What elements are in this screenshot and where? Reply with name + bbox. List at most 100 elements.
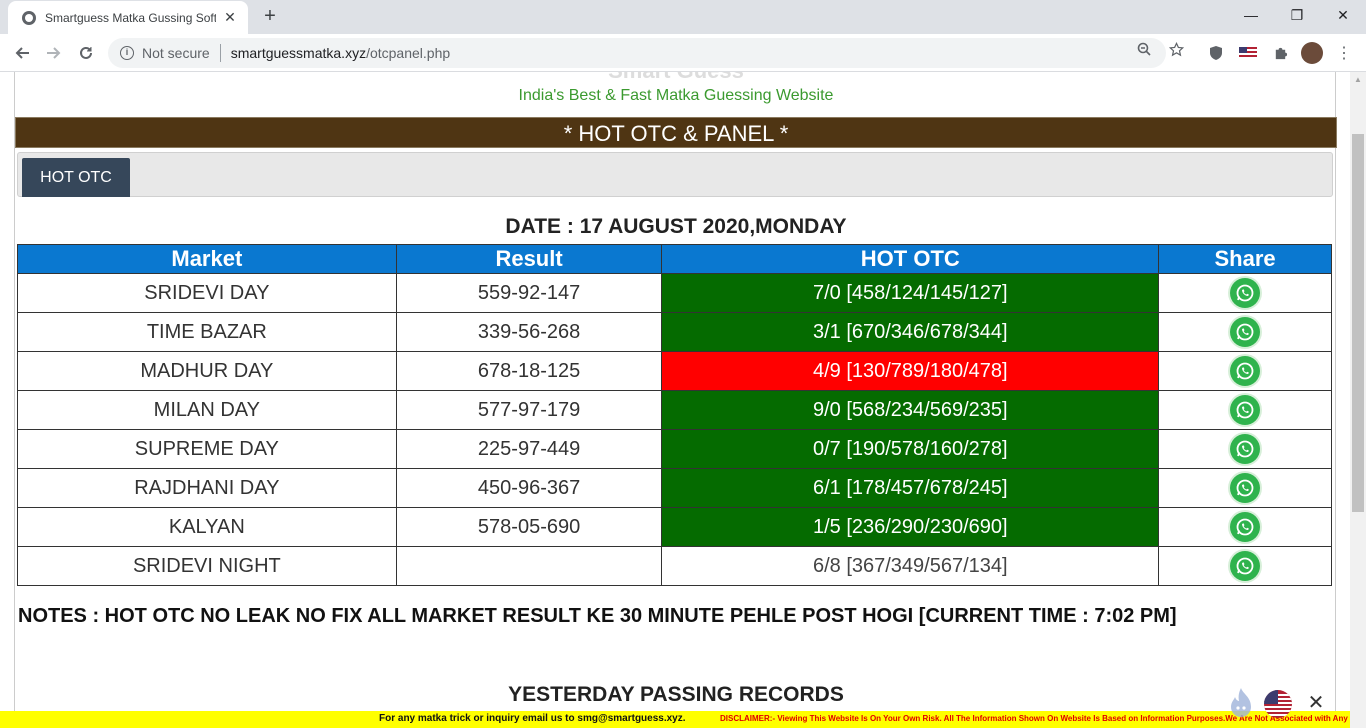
hot-otc-cell: 6/8 [367/349/567/134] — [661, 546, 1160, 586]
share-cell — [1158, 429, 1332, 469]
whatsapp-share-icon[interactable] — [1230, 356, 1261, 386]
browser-toolbar: i Not secure smartguessmatka.xyz/otcpane… — [0, 34, 1366, 72]
result-cell: 578-05-690 — [395, 507, 663, 547]
globe-icon — [22, 10, 36, 25]
share-cell — [1158, 546, 1332, 586]
result-cell: 678-18-125 — [395, 351, 663, 391]
address-bar[interactable]: i Not secure smartguessmatka.xyz/otcpane… — [108, 38, 1166, 68]
share-cell — [1158, 507, 1332, 547]
shield-extension-icon[interactable] — [1206, 44, 1226, 62]
market-cell: MILAN DAY — [17, 390, 397, 430]
tab-title: Smartguess Matka Gussing Softw — [45, 10, 216, 25]
scroll-up-arrow-icon[interactable]: ▲ — [1350, 72, 1366, 88]
page-scrollbar[interactable]: ▲ — [1350, 72, 1366, 728]
hot-otc-cell: 0/7 [190/578/160/278] — [661, 429, 1160, 469]
whatsapp-share-icon[interactable] — [1230, 278, 1261, 308]
table-row: SUPREME DAY 225-97-449 0/7 [190/578/160/27… — [17, 429, 1332, 469]
whatsapp-share-icon[interactable] — [1230, 473, 1261, 503]
market-cell: SRIDEVI DAY — [17, 273, 397, 313]
market-cell: SUPREME DAY — [17, 429, 397, 469]
date-heading: DATE : 17 AUGUST 2020,MONDAY — [505, 215, 847, 238]
table-row: KALYAN 578-05-690 1/5 [236/290/230/690] — [17, 507, 1332, 547]
share-cell — [1158, 390, 1332, 430]
whatsapp-share-icon[interactable] — [1230, 512, 1261, 542]
share-cell — [1158, 351, 1332, 391]
profile-avatar-icon[interactable] — [1301, 42, 1323, 64]
header-hot-otc: HOT OTC — [661, 244, 1160, 274]
result-cell: 450-96-367 — [395, 468, 663, 508]
market-cell: RAJDHANI DAY — [17, 468, 397, 508]
table-row: SRIDEVI DAY 559-92-147 7/0 [458/124/145/12… — [17, 273, 1332, 313]
whatsapp-share-icon[interactable] — [1230, 434, 1261, 464]
menu-kebab-icon[interactable]: ⋮ — [1334, 44, 1354, 62]
share-cell — [1158, 468, 1332, 508]
zoom-icon[interactable] — [1136, 41, 1152, 57]
result-cell: 339-56-268 — [395, 312, 663, 352]
info-icon[interactable]: i — [120, 46, 134, 60]
header-result: Result — [395, 244, 663, 274]
notes-text: NOTES : HOT OTC NO LEAK NO FIX ALL MARKE… — [18, 605, 1177, 627]
hot-otc-cell: 9/0 [568/234/569/235] — [661, 390, 1160, 430]
whatsapp-share-icon[interactable] — [1230, 551, 1261, 581]
us-flag-icon[interactable] — [1264, 690, 1292, 718]
table-row: MADHUR DAY 678-18-125 4/9 [130/789/180/478… — [17, 351, 1332, 391]
reload-icon — [80, 46, 92, 59]
market-cell: MADHUR DAY — [17, 351, 397, 391]
scroll-thumb[interactable] — [1352, 134, 1364, 512]
result-cell: 577-97-179 — [395, 390, 663, 430]
hot-otc-cell: 3/1 [670/346/678/344] — [661, 312, 1160, 352]
hot-otc-cell: 7/0 [458/124/145/127] — [661, 273, 1160, 313]
section-header: * HOT OTC & PANEL * — [15, 117, 1337, 148]
security-label: Not secure — [142, 45, 210, 61]
site-logo: Smart Guess — [15, 72, 1337, 84]
result-cell: 559-92-147 — [395, 273, 663, 313]
window-close-button[interactable]: ✕ — [1320, 0, 1366, 30]
market-cell: TIME BAZAR — [17, 312, 397, 352]
result-cell: 225-97-449 — [395, 429, 663, 469]
browser-tabstrip: Smartguess Matka Gussing Softw ✕ + — ❐ ✕ — [0, 0, 1366, 34]
hot-otc-cell: 6/1 [178/457/678/245] — [661, 468, 1160, 508]
market-cell: KALYAN — [17, 507, 397, 547]
whatsapp-share-icon[interactable] — [1230, 317, 1261, 347]
share-cell — [1158, 312, 1332, 352]
new-tab-button[interactable]: + — [258, 4, 282, 28]
header-market: Market — [17, 244, 397, 274]
back-arrow-icon — [15, 47, 29, 59]
reload-button[interactable] — [72, 39, 100, 67]
tab-close-icon[interactable]: ✕ — [222, 9, 238, 26]
table-row: MILAN DAY 577-97-179 9/0 [568/234/569/235] — [17, 390, 1332, 430]
hot-otc-cell: 1/5 [236/290/230/690] — [661, 507, 1160, 547]
otc-table: Market Result HOT OTC Share SRIDEVI DAY 5… — [17, 244, 1332, 586]
url-domain: smartguessmatka.xyz — [230, 45, 367, 61]
footer-marquee: For any matka trick or inquiry email us … — [0, 711, 1350, 728]
content-frame: Smart Guess India's Best & Fast Matka Gu… — [14, 72, 1337, 728]
url-path: /otcpanel.php — [366, 45, 451, 61]
yesterday-heading: YESTERDAY PASSING RECORDS — [508, 683, 844, 706]
table-row: RAJDHANI DAY 450-96-367 6/1 [178/457/678/2… — [17, 468, 1332, 508]
table-header-row: Market Result HOT OTC Share — [17, 244, 1332, 274]
forward-button[interactable] — [40, 39, 68, 67]
result-cell — [395, 546, 663, 586]
table-row: TIME BAZAR 339-56-268 3/1 [670/346/678/344… — [17, 312, 1332, 352]
market-cell: SRIDEVI NIGHT — [17, 546, 397, 586]
site-tagline: India's Best & Fast Matka Guessing Websi… — [518, 87, 834, 104]
bookmark-star-icon[interactable] — [1168, 41, 1184, 57]
flame-icon[interactable] — [1226, 686, 1256, 720]
us-flag-extension-icon[interactable] — [1238, 44, 1258, 62]
puzzle-extensions-icon[interactable] — [1270, 44, 1290, 62]
table-row: SRIDEVI NIGHT 6/8 [367/349/567/134] — [17, 546, 1332, 586]
hot-otc-cell: 4/9 [130/789/180/478] — [661, 351, 1160, 391]
whatsapp-share-icon[interactable] — [1230, 395, 1261, 425]
forward-arrow-icon — [47, 47, 61, 59]
floating-close-icon[interactable]: ✕ — [1306, 693, 1326, 713]
maximize-button[interactable]: ❐ — [1274, 0, 1320, 30]
page-viewport: Smart Guess India's Best & Fast Matka Gu… — [0, 72, 1350, 728]
back-button[interactable] — [8, 39, 36, 67]
minimize-button[interactable]: — — [1228, 0, 1274, 30]
share-cell — [1158, 273, 1332, 313]
header-share: Share — [1158, 244, 1332, 274]
tab-hot-otc[interactable]: HOT OTC — [22, 158, 130, 197]
tab-bar: HOT OTC — [17, 152, 1333, 197]
browser-tab[interactable]: Smartguess Matka Gussing Softw ✕ — [8, 1, 248, 34]
footer-contact: For any matka trick or inquiry email us … — [379, 713, 686, 724]
